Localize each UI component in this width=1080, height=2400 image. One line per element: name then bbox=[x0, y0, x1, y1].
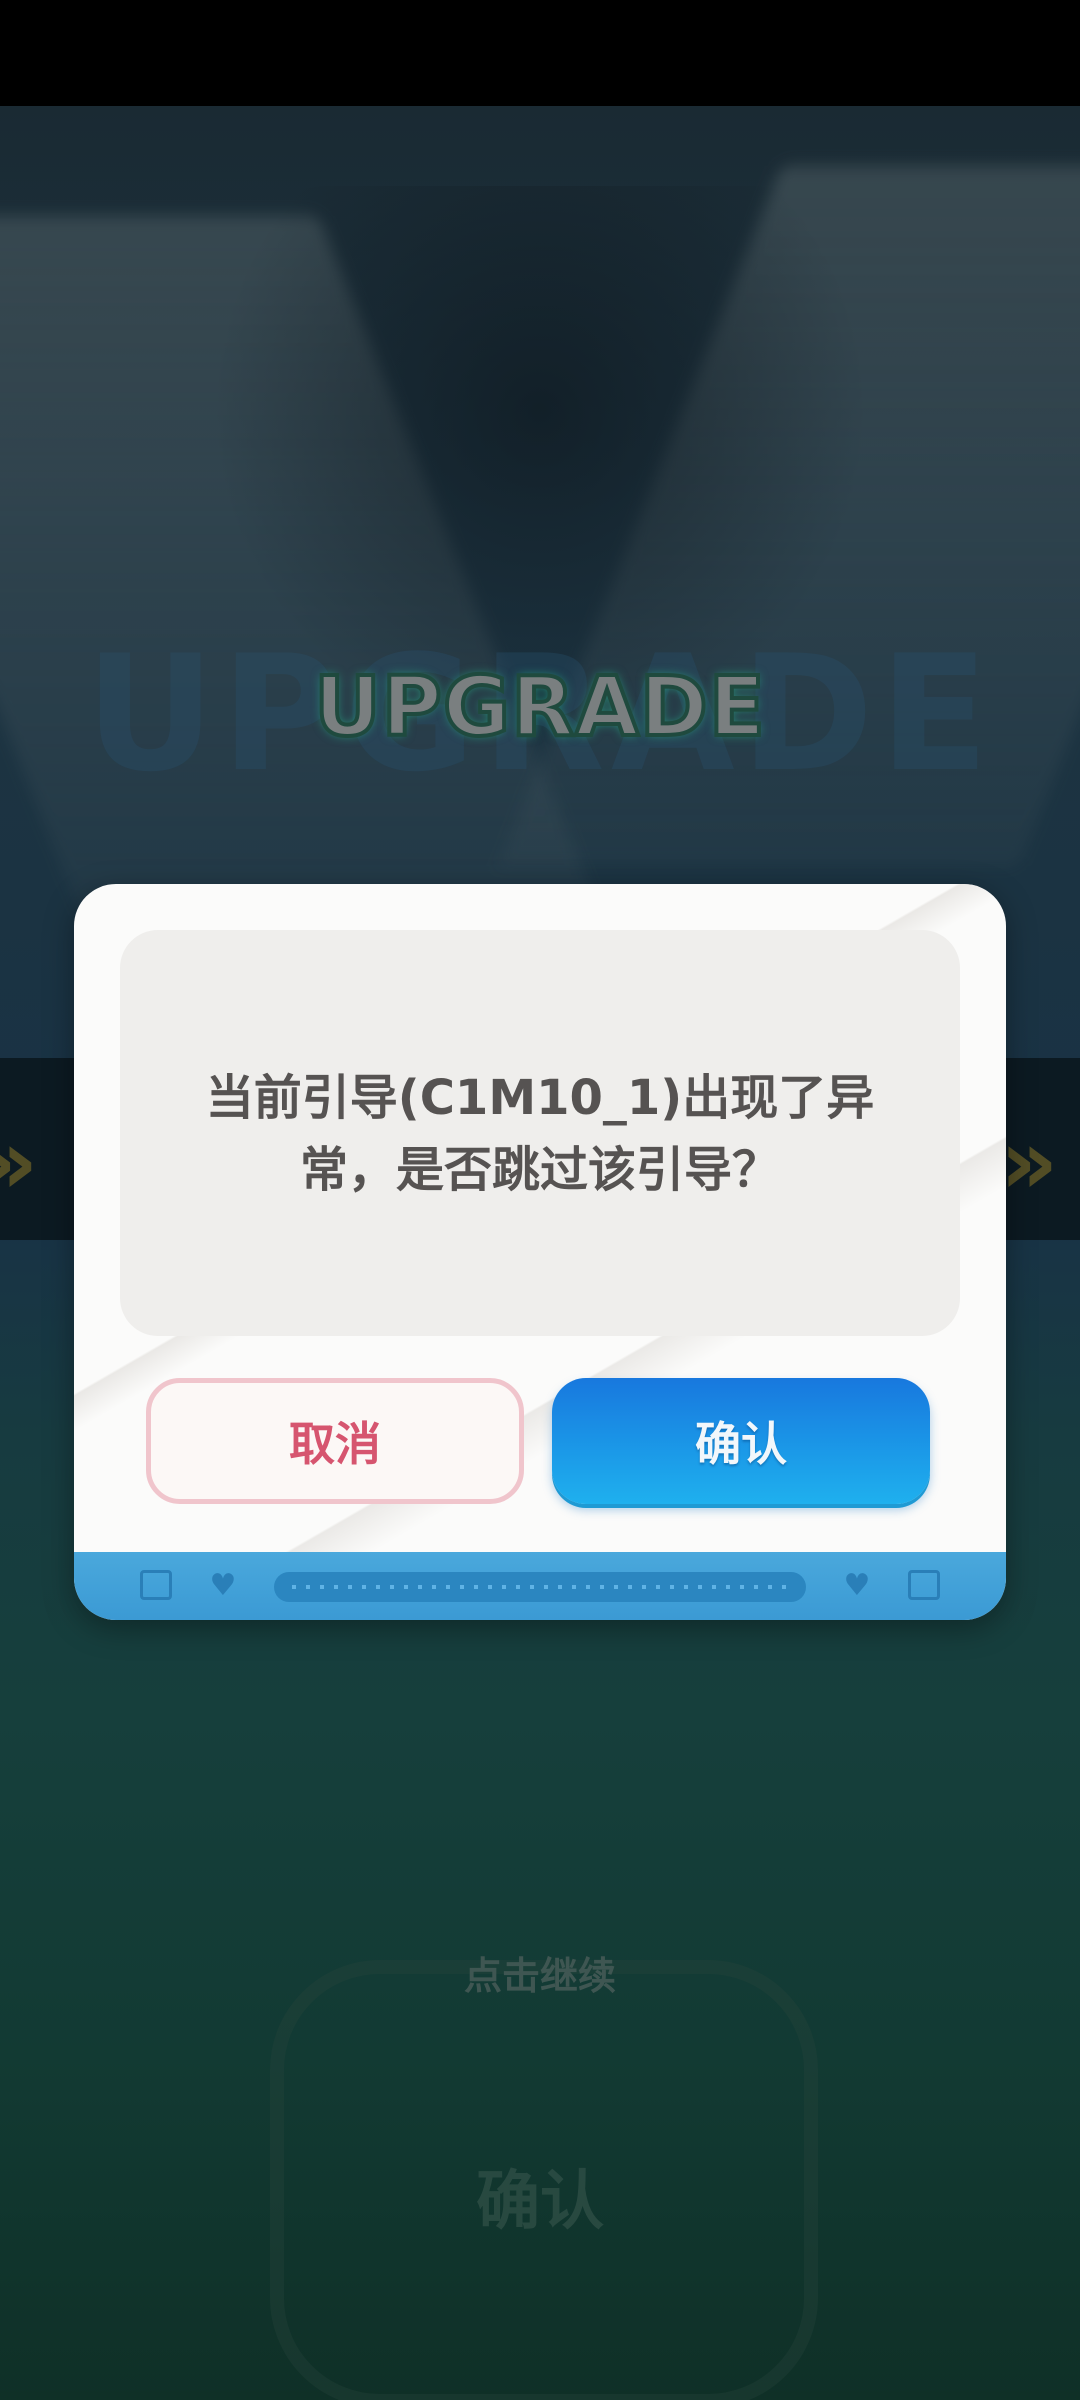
footer-track-dots bbox=[292, 1585, 788, 1589]
skip-guide-dialog: 当前引导(C1M10_1)出现了异常，是否跳过该引导？ 取消 确认 ♥ ♥ bbox=[74, 884, 1006, 1620]
tap-to-continue-hint[interactable]: 点击继续 bbox=[0, 1945, 1080, 2000]
battery-icon bbox=[908, 1570, 940, 1600]
footer-track bbox=[274, 1572, 806, 1602]
dialog-footer: ♥ ♥ bbox=[74, 1552, 1006, 1620]
status-bar bbox=[0, 0, 1080, 106]
background-confirm-text: 确认 bbox=[476, 2165, 604, 2239]
chevron-right-icon: » bbox=[0, 1110, 38, 1215]
upgrade-title: UPGRADE bbox=[312, 658, 767, 757]
battery-icon bbox=[140, 1570, 172, 1600]
chevron-right-icon: » bbox=[1000, 1110, 1059, 1215]
confirm-button[interactable]: 确认 bbox=[552, 1378, 930, 1504]
dialog-message: 当前引导(C1M10_1)出现了异常，是否跳过该引导？ bbox=[205, 1070, 875, 1198]
heart-icon: ♥ bbox=[843, 1568, 871, 1603]
game-screen: UPGRADE UPGRADE » » 点击继续 确认 当前引导(C1M10_1… bbox=[0, 0, 1080, 2400]
heart-icon: ♥ bbox=[209, 1568, 237, 1603]
message-box: 当前引导(C1M10_1)出现了异常，是否跳过该引导？ bbox=[120, 930, 960, 1336]
cancel-button[interactable]: 取消 bbox=[146, 1378, 524, 1504]
